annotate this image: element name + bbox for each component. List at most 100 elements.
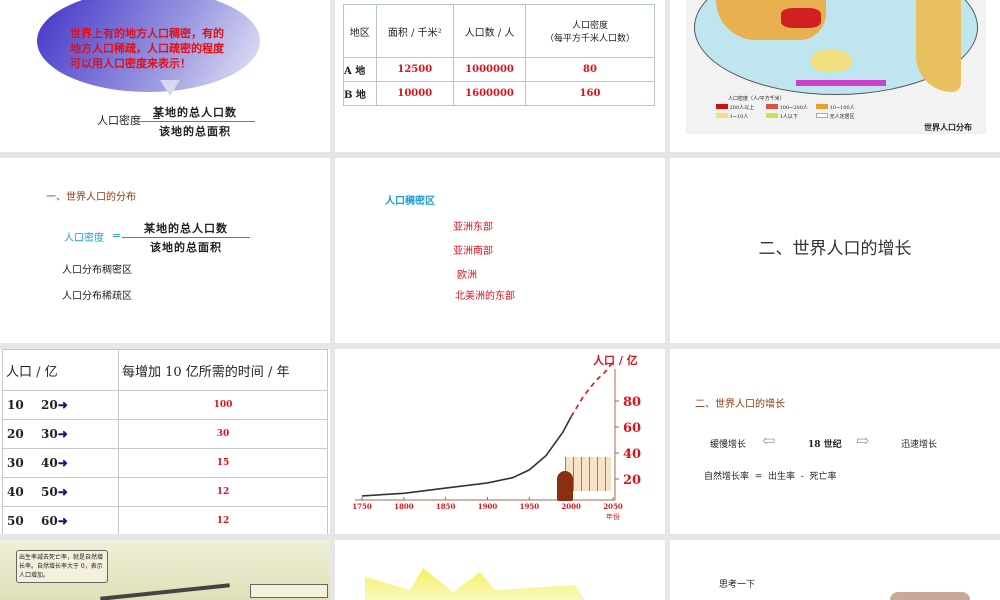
x-tick-label: 2050 [603,502,623,511]
table-row: 20 30➜ 30 [2,419,328,449]
region-item: 北美洲的东部 [455,291,515,302]
x-tick-label: 1900 [478,502,498,511]
denominator: 该地的总面积 [159,125,231,138]
growth-table: 人口 / 亿 每增加 10 亿所需的时间 / 年 10 20➜ 100 20 30➜ 3… [2,349,328,534]
population-chart: 1750 1800 1850 1900 1950 2000 2050年份 20 40 60 80 人口… [352,353,641,521]
table-row: B 地 10000 1600000 160 [343,81,656,106]
y-axis-label: 人口 / 亿 [593,353,638,367]
slide-thumb-5[interactable]: 人口稠密区 亚洲东部 亚洲南部 欧洲 北美洲的东部 [335,158,665,343]
cell: 160 [524,81,656,106]
map-land-america [916,0,961,92]
slide-title: 二、世界人口的增长 [758,239,912,259]
series-line-projection [570,361,614,418]
decorative-circle [890,592,970,600]
to-value: 40 [41,456,58,470]
cell: 12500 [375,57,455,82]
table-row: 40 50➜ 12 [2,477,328,507]
slide-thumb-3[interactable]: 人口密度（人/平方千米） 200人以上 100~200人 10~100人 1~1… [670,0,1000,152]
callout-text: 出生率减去死亡率，就是自然增长率。自然增长率大于 0，表示人口增加。 [16,550,108,583]
bubble-tail [160,80,180,96]
slide-title: 二、世界人口的增长 [695,399,785,410]
to-value: 20 [41,398,58,412]
header-cell: 人口 / 亿 [2,349,119,391]
cell: 1000000 [453,57,526,82]
legend-title: 人口密度（人/平方千米） [728,96,785,102]
series-line-actual [361,416,572,497]
header-line: 人口密度 [571,21,608,31]
map-land-dense [781,8,821,28]
cell: 80 [524,57,656,82]
x-tick-label: 1850 [436,502,456,511]
slide-thumb-6[interactable]: 二、世界人口的增长 [670,158,1000,343]
map-label-world [796,80,886,86]
density-formula: 某地的总人口数 该地的总面积 [122,220,250,255]
table-row: 50 60➜ 12 [2,506,328,534]
century-text: 18 世纪 [808,440,842,450]
fast-growth-text: 迅速增长 [901,440,938,450]
legend-item: 1人以下 [766,113,812,120]
dense-area-text: 人口分布稠密区 [62,265,132,276]
numerator: 某地的总人口数 [144,222,228,235]
legend-label: 10~100人 [829,105,855,111]
map-caption: 世界人口分布 [924,122,972,132]
header-line: （每平方千米人口数） [544,34,635,44]
slide-thumb-10[interactable]: 出生率减去死亡率，就是自然增长率。自然增长率大于 0，表示人口增加。 [0,540,330,600]
arrow-icon: ➜ [57,485,68,499]
x-axis-label: 年份 [606,512,620,521]
cell: 50 60➜ [2,506,119,534]
region-item: 亚洲南部 [453,246,493,257]
slide-thumb-2[interactable]: 地区 面积 / 千米² 人口数 / 人 人口密度 （每平方千米人口数） A 地 1… [335,0,665,152]
cell: 100 [118,390,328,420]
from-value: 10 [7,398,24,412]
denominator: 该地的总面积 [150,241,222,254]
right-arrow-icon: ⇨ [856,431,870,450]
left-arrow-icon: ⇦ [762,431,776,450]
header-cell: 人口密度 （每平方千米人口数） [524,4,656,58]
y-tick-label: 20 [623,473,641,488]
world-map-image: 人口密度（人/平方千米） 200人以上 100~200人 10~100人 1~1… [686,0,986,134]
to-value: 60 [41,514,58,528]
legend-label: 1~10人 [729,114,749,120]
to-value: 30 [41,427,58,441]
x-tick-label: 1800 [394,502,414,511]
header-cell: 面积 / 千米² [375,4,455,58]
density-table: 地区 面积 / 千米² 人口数 / 人 人口密度 （每平方千米人口数） A 地 1… [343,4,656,106]
cell: B 地 [343,81,377,106]
legend-label: 1人以下 [779,114,798,120]
slide-thumb-7[interactable]: 人口 / 亿 每增加 10 亿所需的时间 / 年 10 20➜ 100 20 30➜ 3… [0,349,330,534]
y-tick-label: 60 [623,421,641,436]
from-value: 50 [7,514,24,528]
region-item: 亚洲东部 [453,222,493,233]
callout-box-2 [250,584,328,598]
from-value: 20 [7,427,24,441]
header-cell: 地区 [343,4,377,58]
x-tick-label: 1750 [352,502,372,511]
density-label: 人口密度 [64,233,104,244]
cell: A 地 [343,57,377,82]
legend-item: 200人以上 [716,104,762,111]
table-row: 10 20➜ 100 [2,390,328,420]
cell: 12 [118,506,328,534]
legend-label: 100~200人 [779,105,808,111]
cell: 1600000 [453,81,526,106]
cell: 30 [118,419,328,449]
slide-thumb-4[interactable]: 一、世界人口的分布 人口密度 = 某地的总人口数 该地的总面积 人口分布稠密区 人… [0,158,330,343]
slide-thumb-1[interactable]: 世界上有的地方人口稠密，有的地方人口稀疏，人口疏密的程度可以用人口密度来表示！ … [0,0,330,152]
slide-thumb-9[interactable]: 二、世界人口的增长 缓慢增长 ⇦ 18 世纪 ⇨ 迅速增长 自然增长率 = 出生… [670,349,1000,534]
y-tick-label: 40 [623,447,641,462]
x-tick-label: 2000 [561,502,581,511]
density-formula: 某地的总人口数 该地的总面积 [135,104,255,139]
think-text: 思考一下 [719,580,756,590]
legend-label: 200人以上 [729,105,755,111]
legend-item: 1~10人 [716,113,762,120]
slide-thumb-8[interactable]: 1750 1800 1850 1900 1950 2000 2050 年份 20 40 60 80 人口… [335,349,665,534]
bubble-text: 世界上有的地方人口稠密，有的地方人口稀疏，人口疏密的程度可以用人口密度来表示！ [70,27,224,70]
cell: 15 [118,448,328,478]
table-header-row: 人口 / 亿 每增加 10 亿所需的时间 / 年 [2,349,328,391]
arrow-icon: ➜ [57,398,68,412]
slide-thumb-12[interactable]: 思考一下 [670,540,1000,600]
equals-sign: = [112,229,122,242]
legend-item: 无人定居区 [816,113,862,120]
cell: 10000 [375,81,455,106]
slide-thumb-11[interactable] [335,540,665,600]
